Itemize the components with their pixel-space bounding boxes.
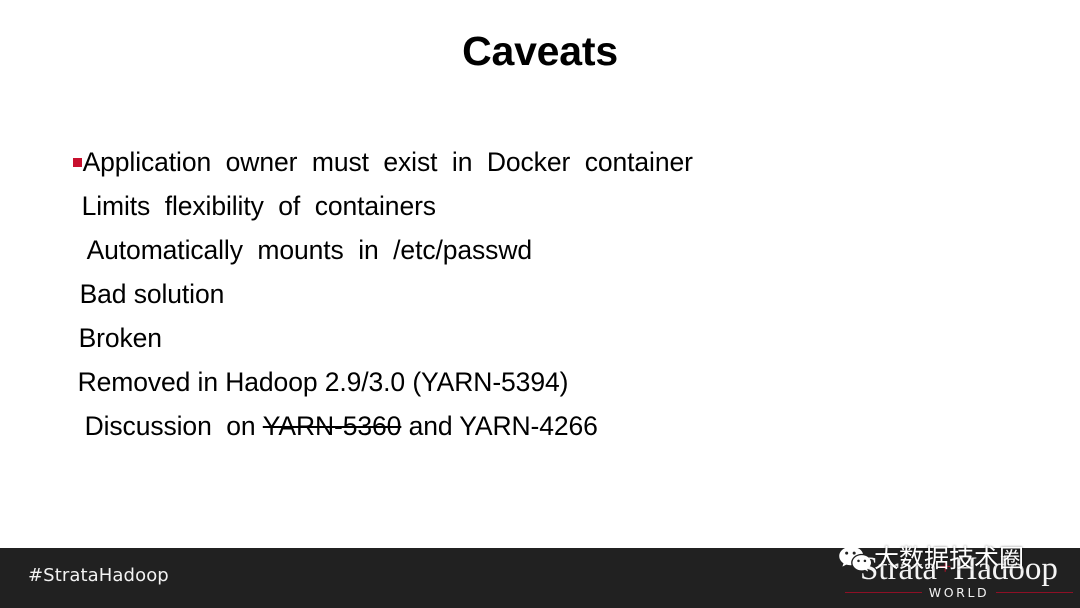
footer-hashtag: #StrataHadoop — [28, 565, 169, 586]
wechat-watermark: 大数据技术圈 — [838, 544, 1068, 578]
logo-rule-left — [845, 592, 922, 593]
wechat-account-name: 大数据技术圈 — [874, 544, 1025, 573]
list-item: Limits flexibility of containers — [24, 140, 1024, 221]
list-item: Automatically mounts in /etc/passwd — [24, 184, 1024, 265]
logo-world-row: WORLD — [845, 585, 1074, 600]
logo-world-label: WORLD — [928, 585, 990, 600]
list-item: Application owner must exist in Docker c… — [24, 96, 1024, 177]
list-item: Bad solution — [24, 228, 1024, 309]
slide-body-list: Application owner must exist in Docker c… — [24, 96, 1024, 441]
list-item: Removed in Hadoop 2.9/3.0 (YARN-5394) — [24, 316, 1024, 397]
list-item: Discussion on YARN-5360 and YARN-4266 — [24, 360, 1024, 441]
list-item-label-suffix: and YARN-4266 — [401, 411, 598, 441]
struck-issue-reference: YARN-5360 — [262, 411, 402, 441]
list-item-label-prefix: Discussion on — [84, 411, 263, 441]
logo-rule-right — [996, 592, 1074, 593]
presentation-slide: Caveats Application owner must exist in … — [0, 0, 1080, 608]
wechat-icon — [839, 546, 871, 572]
page-title: Caveats — [462, 28, 618, 74]
list-item: Broken — [24, 272, 1024, 353]
